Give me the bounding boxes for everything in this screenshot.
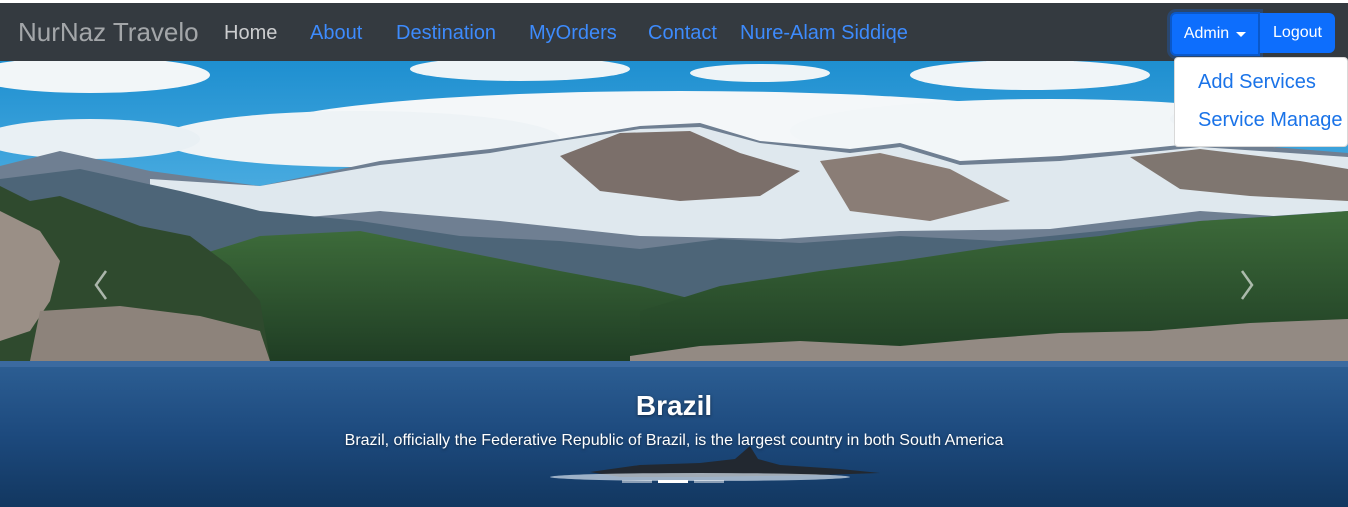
admin-dropdown-menu: Add Services Service Manage	[1174, 57, 1348, 147]
carousel-indicator[interactable]	[622, 480, 652, 483]
nav-link-destination[interactable]: Destination	[396, 22, 496, 45]
chevron-left-icon	[94, 270, 108, 300]
carousel-indicator-active[interactable]	[658, 480, 688, 483]
slide-description: Brazil, officially the Federative Republ…	[344, 432, 1004, 449]
nav-link-about[interactable]: About	[310, 22, 362, 45]
carousel-indicators	[622, 480, 724, 484]
nav-link-myorders[interactable]: MyOrders	[529, 22, 617, 45]
user-name: Nure-Alam Siddiqe	[740, 22, 908, 44]
nav-link-contact[interactable]: Contact	[648, 22, 717, 45]
carousel-prev-button[interactable]	[86, 261, 116, 309]
carousel-indicator[interactable]	[694, 480, 724, 483]
carousel-next-button[interactable]	[1232, 261, 1262, 309]
brand-logo[interactable]: NurNaz Travelo	[18, 17, 199, 48]
nav-link-home[interactable]: Home	[224, 22, 277, 45]
caret-down-icon	[1236, 31, 1247, 37]
chevron-right-icon	[1240, 270, 1254, 300]
admin-label: Admin	[1183, 25, 1230, 42]
admin-dropdown-button[interactable]: Admin	[1170, 12, 1260, 56]
menu-item-service-manage[interactable]: Service Manage	[1198, 109, 1343, 132]
slide-title: Brazil	[635, 390, 713, 421]
hero-carousel: Brazil Brazil, officially the Federative…	[0, 61, 1348, 507]
menu-item-add-services[interactable]: Add Services	[1198, 71, 1316, 94]
logout-button[interactable]: Logout	[1260, 13, 1335, 53]
top-navbar: NurNaz Travelo Home About Destination My…	[0, 3, 1348, 61]
